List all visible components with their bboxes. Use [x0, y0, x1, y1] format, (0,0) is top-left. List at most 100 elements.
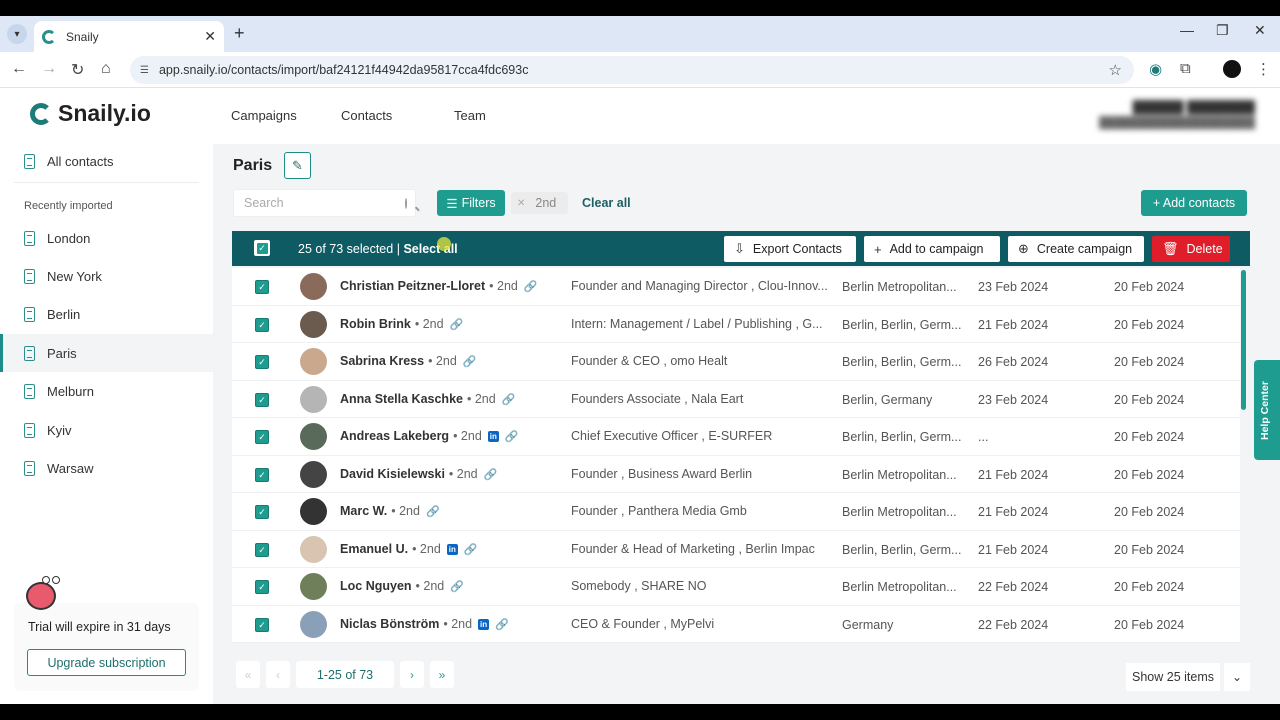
create-campaign-button[interactable]: ⊕ Create campaign	[1008, 236, 1144, 262]
site-info-icon[interactable]: ☰	[140, 65, 149, 76]
search-input[interactable]	[244, 196, 405, 210]
browser-tab[interactable]: Snaily ✕	[34, 21, 224, 52]
remove-filter-icon[interactable]: ✕	[517, 198, 525, 209]
add-to-campaign-button[interactable]: + Add to campaign	[864, 236, 1000, 262]
contact-name[interactable]: Robin Brink	[340, 317, 411, 331]
linkedin-icon[interactable]: in	[478, 618, 490, 630]
close-window-icon[interactable]: ✕	[1254, 22, 1266, 39]
table-row[interactable]: ✓ Robin Brink • 2nd 🔗 Intern: Management / L…	[232, 306, 1240, 343]
contact-name-cell[interactable]: Christian Peitzner-Lloret • 2nd 🔗	[340, 279, 538, 293]
sidebar-item-new-york[interactable]: New York	[0, 257, 213, 295]
logo[interactable]: Snaily.io	[30, 100, 151, 127]
table-row[interactable]: ✓ Andreas Lakeberg • 2nd in 🔗 Chief Executive…	[232, 418, 1240, 456]
link-icon[interactable]: 🔗	[426, 506, 440, 518]
row-checkbox[interactable]: ✓	[255, 505, 269, 519]
nav-campaigns[interactable]: Campaigns	[231, 108, 297, 123]
contact-name-cell[interactable]: Niclas Bönström • 2nd in 🔗	[340, 617, 509, 631]
table-row[interactable]: ✓ Anna Stella Kaschke • 2nd 🔗 Founders Assoc…	[232, 381, 1240, 418]
link-icon[interactable]: 🔗	[524, 281, 538, 293]
sidebar-item-paris[interactable]: Paris	[0, 334, 213, 372]
new-tab-icon[interactable]: +	[234, 23, 245, 44]
restore-icon[interactable]: ❐	[1216, 22, 1229, 39]
table-row[interactable]: ✓ Niclas Bönström • 2nd in 🔗 CEO & Founder , …	[232, 606, 1240, 643]
contact-name[interactable]: Emanuel U.	[340, 542, 408, 556]
prev-page-button[interactable]: ‹	[266, 661, 290, 688]
row-checkbox[interactable]: ✓	[255, 280, 269, 294]
export-contacts-button[interactable]: ⇩ Export Contacts	[724, 236, 856, 262]
link-icon[interactable]: 🔗	[495, 619, 509, 631]
table-row[interactable]: ✓ Marc W. • 2nd 🔗 Founder , Panthera Media G…	[232, 493, 1240, 531]
user-menu[interactable]: ██████ ████████ ████████████████████	[1099, 100, 1255, 129]
table-scrollbar[interactable]	[1241, 270, 1246, 410]
link-icon[interactable]: 🔗	[450, 319, 464, 331]
contact-name-cell[interactable]: Emanuel U. • 2nd in 🔗	[340, 542, 478, 556]
row-checkbox[interactable]: ✓	[255, 467, 269, 482]
filters-button[interactable]: ☰ Filters	[437, 190, 505, 216]
delete-button[interactable]: 🗑 Delete	[1152, 236, 1230, 262]
last-page-button[interactable]: »	[430, 661, 454, 688]
home-icon[interactable]: ⌂	[101, 60, 111, 78]
contact-name-cell[interactable]: Loc Nguyen • 2nd 🔗	[340, 579, 464, 593]
contact-name-cell[interactable]: Marc W. • 2nd 🔗	[340, 504, 440, 518]
sidebar-item-london[interactable]: London	[0, 219, 213, 257]
profile-avatar-icon[interactable]	[1223, 60, 1241, 78]
minimize-icon[interactable]: —	[1180, 22, 1194, 38]
table-row[interactable]: ✓ Sabrina Kress • 2nd 🔗 Founder & CEO , omo …	[232, 343, 1240, 381]
link-icon[interactable]: 🔗	[484, 469, 498, 481]
row-checkbox[interactable]: ✓	[255, 355, 269, 369]
contact-name[interactable]: Niclas Bönström	[340, 617, 439, 631]
contact-name-cell[interactable]: Sabrina Kress • 2nd 🔗	[340, 354, 477, 368]
upgrade-subscription-button[interactable]: Upgrade subscription	[27, 649, 186, 676]
table-row[interactable]: ✓ David Kisielewski • 2nd 🔗 Founder , Busine…	[232, 456, 1240, 493]
contact-name[interactable]: David Kisielewski	[340, 467, 445, 481]
sidebar-item-kyiv[interactable]: Kyiv	[0, 411, 213, 449]
snaily-extension-icon[interactable]: ◉	[1149, 60, 1162, 78]
nav-team[interactable]: Team	[454, 108, 486, 123]
link-icon[interactable]: 🔗	[450, 581, 464, 593]
reload-icon[interactable]: ↻	[71, 60, 84, 80]
sidebar-item-melburn[interactable]: Melburn	[0, 372, 213, 410]
sidebar-item-all-contacts[interactable]: All contacts	[0, 142, 213, 180]
contact-name-cell[interactable]: Anna Stella Kaschke • 2nd 🔗	[340, 392, 515, 406]
row-checkbox[interactable]: ✓	[255, 317, 269, 332]
first-page-button[interactable]: «	[236, 661, 260, 688]
table-row[interactable]: ✓ Loc Nguyen • 2nd 🔗 Somebody , SHARE NO Berl…	[232, 568, 1240, 606]
clear-all-link[interactable]: Clear all	[582, 196, 631, 210]
contact-name-cell[interactable]: Andreas Lakeberg • 2nd in 🔗	[340, 429, 519, 443]
back-icon[interactable]: ←	[11, 60, 27, 78]
nav-contacts[interactable]: Contacts	[341, 108, 392, 123]
link-icon[interactable]: 🔗	[502, 394, 516, 406]
row-checkbox[interactable]: ✓	[255, 392, 269, 407]
linkedin-icon[interactable]: in	[487, 431, 499, 443]
link-icon[interactable]: 🔗	[463, 356, 477, 368]
next-page-button[interactable]: ›	[400, 661, 424, 688]
browser-menu-icon[interactable]: ⋮	[1256, 60, 1271, 78]
linkedin-icon[interactable]: in	[446, 543, 458, 555]
contact-name[interactable]: Loc Nguyen	[340, 579, 412, 593]
chevron-down-icon[interactable]: ⌄	[1224, 663, 1250, 691]
sidebar-item-warsaw[interactable]: Warsaw	[0, 449, 213, 487]
forward-icon[interactable]: →	[41, 60, 57, 78]
table-row[interactable]: ✓ Emanuel U. • 2nd in 🔗 Founder & Head of Mar…	[232, 531, 1240, 568]
tab-search-icon[interactable]: ▾	[7, 24, 27, 44]
extensions-icon[interactable]: ⧉	[1180, 60, 1191, 77]
add-contacts-button[interactable]: + Add contacts	[1141, 190, 1247, 216]
table-row[interactable]: ✓ Christian Peitzner-Lloret • 2nd 🔗 Founder …	[232, 268, 1240, 306]
contact-name-cell[interactable]: David Kisielewski • 2nd 🔗	[340, 467, 497, 481]
url-field[interactable]: ☰ app.snaily.io/contacts/import/baf24121…	[130, 56, 1134, 84]
search-icon[interactable]	[405, 197, 407, 209]
link-icon[interactable]: 🔗	[505, 431, 519, 443]
contact-name[interactable]: Marc W.	[340, 504, 387, 518]
row-checkbox[interactable]: ✓	[255, 542, 269, 557]
bookmark-star-icon[interactable]: ☆	[1109, 61, 1122, 79]
edit-list-button[interactable]: ✎	[284, 152, 311, 179]
contact-name[interactable]: Christian Peitzner-Lloret	[340, 279, 485, 293]
contact-name[interactable]: Andreas Lakeberg	[340, 429, 449, 443]
contact-name[interactable]: Anna Stella Kaschke	[340, 392, 463, 406]
sidebar-item-berlin[interactable]: Berlin	[0, 295, 213, 333]
contact-name-cell[interactable]: Robin Brink • 2nd 🔗	[340, 317, 463, 331]
row-checkbox[interactable]: ✓	[255, 617, 269, 632]
select-page-checkbox[interactable]: ✓	[254, 240, 270, 256]
row-checkbox[interactable]: ✓	[255, 580, 269, 594]
close-tab-icon[interactable]: ✕	[204, 28, 216, 45]
